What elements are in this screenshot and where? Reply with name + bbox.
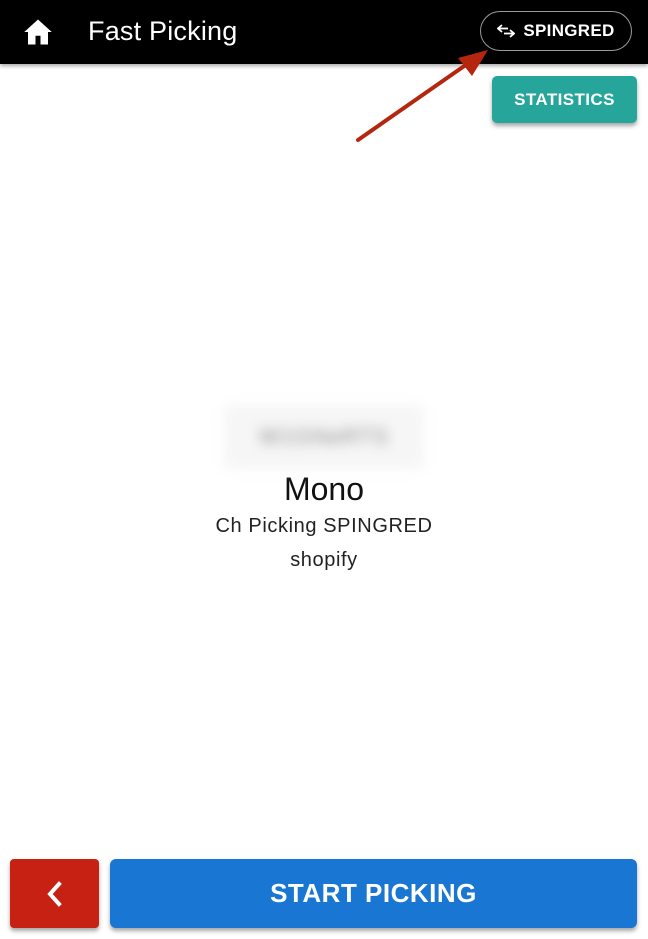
picking-info: W1GNeRTS Mono Ch Picking SPINGRED shopif…	[0, 405, 648, 575]
source-name: shopify	[290, 549, 358, 571]
channel-switch-button[interactable]: SPINGRED	[480, 11, 632, 51]
app-bar: Fast Picking SPINGRED	[0, 0, 648, 64]
channel-switch-label: SPINGRED	[523, 21, 615, 40]
back-button[interactable]	[10, 859, 99, 928]
page-title: Fast Picking	[88, 16, 238, 46]
blurred-code: W1GNeRTS	[224, 405, 424, 469]
channel-name: Ch Picking SPINGRED	[215, 515, 433, 537]
start-picking-button[interactable]: START PICKING	[110, 859, 637, 928]
swap-arrows-icon	[497, 24, 516, 38]
home-icon	[24, 19, 52, 45]
home-button[interactable]	[18, 12, 58, 52]
statistics-button[interactable]: STATISTICS	[492, 76, 637, 123]
warehouse-name: Mono	[283, 471, 365, 507]
chevron-left-icon	[46, 880, 62, 907]
